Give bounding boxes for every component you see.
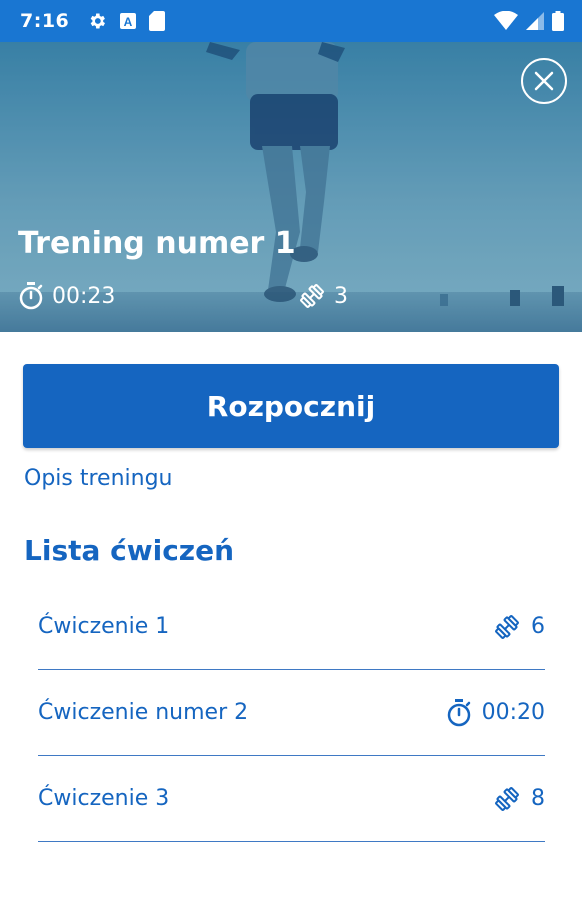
stopwatch-icon: [447, 698, 470, 726]
workout-summary: 00:23 3: [18, 282, 578, 316]
exercise-value: 6: [531, 614, 545, 639]
status-bar: 7:16 A: [0, 0, 582, 42]
exercise-name: Ćwiczenie 3: [38, 786, 170, 811]
a-box-icon: A: [119, 12, 137, 30]
workout-exercise-count-value: 3: [334, 283, 348, 309]
exercise-list: Ćwiczenie 1 6 Ćwiczenie numer 2 00:20 Ćw…: [38, 584, 545, 842]
gear-icon: [87, 11, 107, 31]
status-system-icons: [494, 11, 564, 31]
exercise-value: 00:20: [481, 700, 545, 725]
sd-card-icon: [149, 11, 166, 31]
dumbbell-icon: [300, 284, 324, 308]
workout-duration: 00:23: [18, 282, 115, 310]
exercise-name: Ćwiczenie numer 2: [38, 700, 249, 725]
workout-description-link[interactable]: Opis treningu: [24, 466, 172, 491]
exercise-list-title: Lista ćwiczeń: [24, 534, 235, 567]
wifi-icon: [494, 11, 518, 31]
exercise-value: 8: [531, 786, 545, 811]
start-workout-button[interactable]: Rozpocznij: [23, 364, 559, 448]
svg-text:A: A: [124, 15, 133, 29]
workout-duration-value: 00:23: [52, 283, 116, 309]
list-item[interactable]: Ćwiczenie numer 2 00:20: [38, 670, 545, 756]
stopwatch-icon: [19, 282, 43, 310]
exercise-meta: 00:20: [446, 698, 545, 727]
list-item[interactable]: Ćwiczenie 3 8: [38, 756, 545, 842]
exercise-meta: 8: [493, 785, 545, 813]
status-time: 7:16: [20, 10, 70, 32]
battery-icon: [552, 11, 564, 31]
exercise-name: Ćwiczenie 1: [38, 614, 170, 639]
dumbbell-icon: [495, 614, 519, 639]
close-icon: [534, 71, 554, 91]
list-item[interactable]: Ćwiczenie 1 6: [38, 584, 545, 670]
exercise-meta: 6: [493, 613, 545, 641]
workout-title: Trening numer 1: [18, 226, 296, 261]
dumbbell-icon: [495, 786, 519, 811]
workout-exercise-count: 3: [298, 282, 348, 310]
close-button[interactable]: [521, 58, 567, 104]
status-notification-icons: A: [87, 11, 166, 31]
hero-banner: Trening numer 1 00:23 3: [0, 42, 582, 332]
signal-icon: [526, 12, 544, 30]
